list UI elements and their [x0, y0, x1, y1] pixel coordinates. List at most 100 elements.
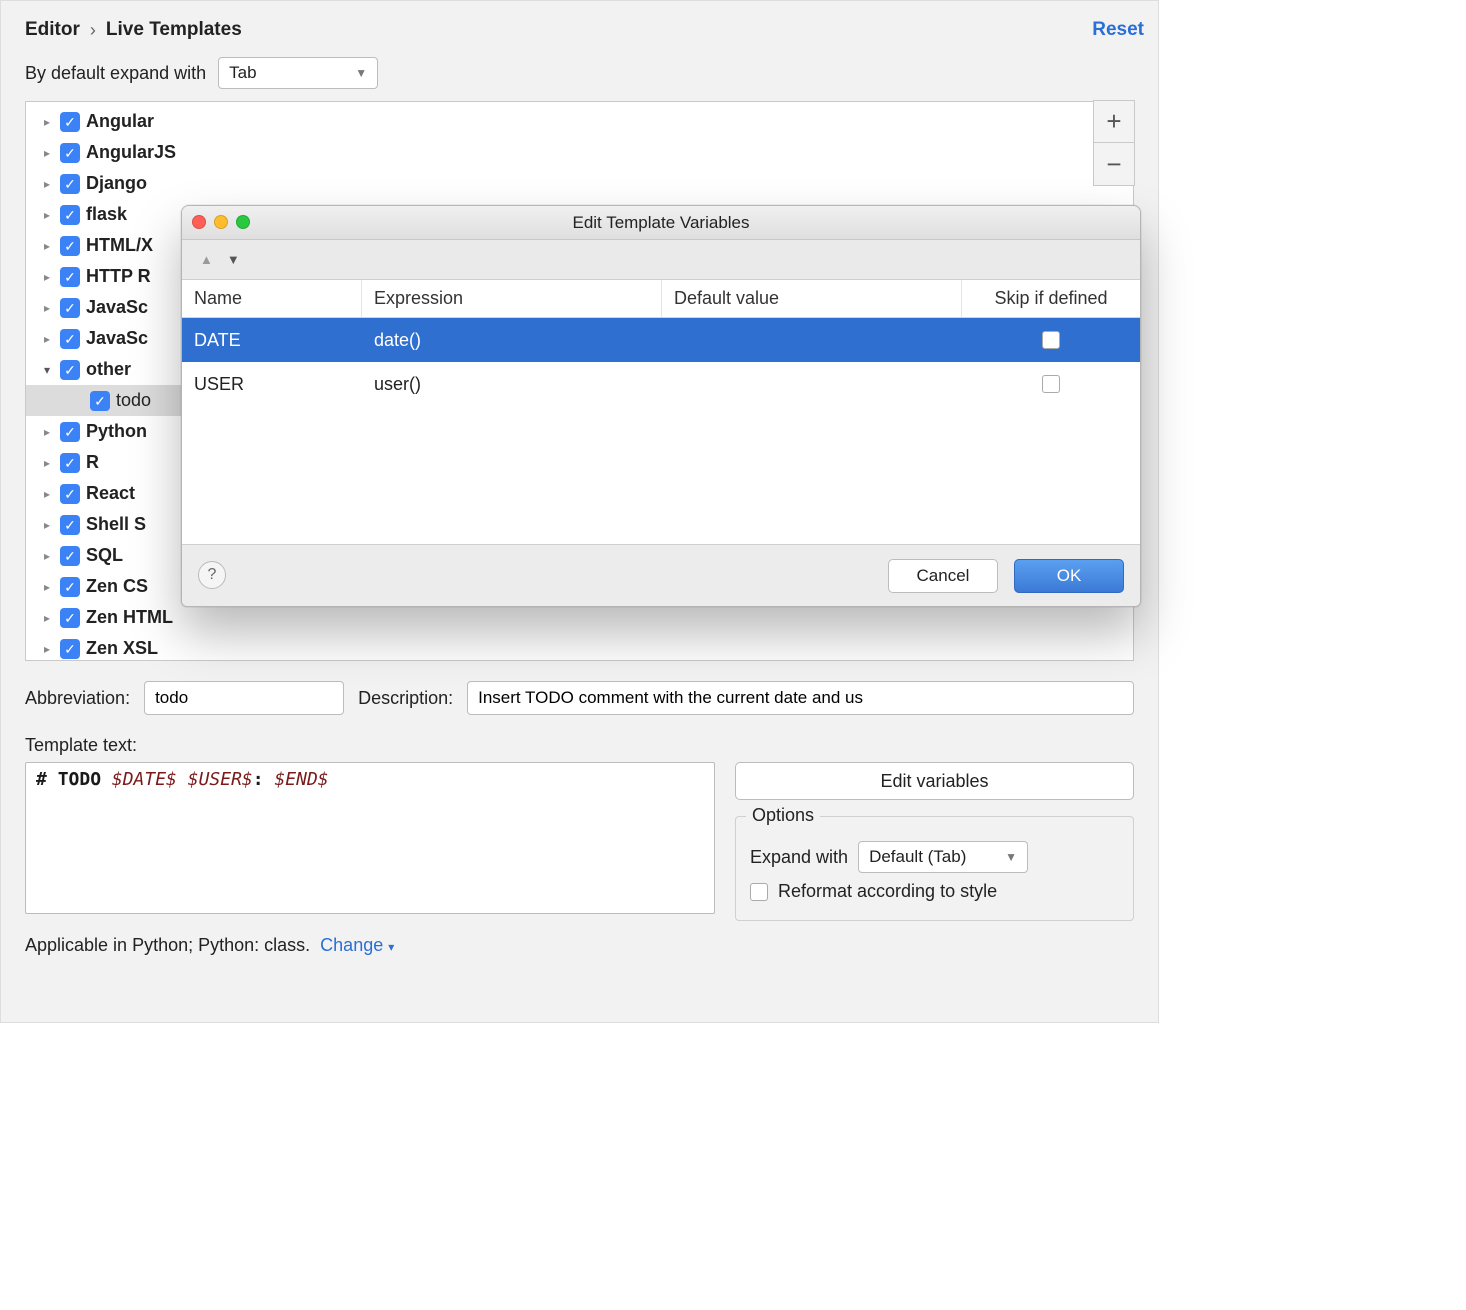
chevron-right-icon[interactable]	[40, 456, 54, 470]
tree-group-label: Django	[86, 173, 147, 194]
checkbox-icon[interactable]: ✓	[60, 577, 80, 597]
cell-name[interactable]: DATE	[182, 318, 362, 362]
chevron-right-icon[interactable]	[40, 301, 54, 315]
tree-group[interactable]: ✓ Django	[26, 168, 1133, 199]
checkbox-icon[interactable]: ✓	[60, 329, 80, 349]
chevron-right-icon[interactable]	[40, 239, 54, 253]
template-token: $DATE$	[112, 769, 188, 790]
edit-variables-button[interactable]: Edit variables	[735, 762, 1134, 800]
table-row[interactable]: USERuser()	[182, 362, 1140, 406]
dialog-titlebar[interactable]: Edit Template Variables	[182, 206, 1140, 240]
checkbox-icon[interactable]: ✓	[60, 515, 80, 535]
remove-button[interactable]: −	[1094, 143, 1134, 185]
chevron-right-icon[interactable]	[40, 549, 54, 563]
tree-group-label: JavaSc	[86, 297, 148, 318]
reformat-checkbox[interactable]	[750, 883, 768, 901]
dialog-footer: ? Cancel OK	[182, 544, 1140, 606]
chevron-right-icon[interactable]	[40, 580, 54, 594]
chevron-right-icon[interactable]	[40, 425, 54, 439]
chevron-right-icon[interactable]	[40, 487, 54, 501]
table-row[interactable]: DATEdate()	[182, 318, 1140, 362]
breadcrumb-current: Live Templates	[106, 19, 242, 41]
chevron-right-icon[interactable]	[40, 270, 54, 284]
cell-expression[interactable]: date()	[362, 318, 662, 362]
col-skip[interactable]: Skip if defined	[962, 280, 1140, 317]
checkbox-icon[interactable]: ✓	[60, 484, 80, 504]
tree-group[interactable]: ✓Angular	[26, 106, 1133, 137]
checkbox-icon[interactable]: ✓	[60, 112, 80, 132]
add-button[interactable]: +	[1094, 101, 1134, 143]
chevron-right-icon[interactable]	[40, 208, 54, 222]
default-expand-label: By default expand with	[25, 63, 206, 84]
chevron-down-icon: ▾	[388, 940, 394, 954]
checkbox-icon[interactable]: ✓	[60, 174, 80, 194]
dialog-toolbar: ▲ ▼	[182, 240, 1140, 280]
reset-link[interactable]: Reset	[1092, 19, 1144, 41]
dialog-title: Edit Template Variables	[572, 213, 749, 233]
chevron-right-icon[interactable]	[40, 115, 54, 129]
skip-checkbox[interactable]	[1042, 331, 1060, 349]
options-fieldset: Options Expand with Default (Tab) ▼ Refo…	[735, 816, 1134, 921]
checkbox-icon[interactable]: ✓	[60, 205, 80, 225]
cell-skip[interactable]	[962, 318, 1140, 362]
zoom-icon[interactable]	[236, 215, 250, 229]
checkbox-icon[interactable]: ✓	[60, 453, 80, 473]
chevron-right-icon[interactable]	[40, 611, 54, 625]
move-up-icon[interactable]: ▲	[200, 252, 213, 267]
chevron-right-icon[interactable]	[40, 642, 54, 656]
reformat-label: Reformat according to style	[778, 881, 997, 902]
tree-group-label: other	[86, 359, 131, 380]
tree-group-label: Zen XSL	[86, 638, 158, 659]
chevron-right-icon[interactable]	[40, 332, 54, 346]
col-name[interactable]: Name	[182, 280, 362, 317]
help-button[interactable]: ?	[198, 561, 226, 589]
tree-group-label: SQL	[86, 545, 123, 566]
template-token: #	[36, 769, 58, 790]
cell-skip[interactable]	[962, 362, 1140, 406]
checkbox-icon[interactable]: ✓	[60, 422, 80, 442]
chevron-down-icon[interactable]	[40, 363, 54, 377]
checkbox-icon[interactable]: ✓	[60, 143, 80, 163]
tree-group[interactable]: ✓ AngularJS	[26, 137, 1133, 168]
abbreviation-input[interactable]	[144, 681, 344, 715]
checkbox-icon[interactable]: ✓	[60, 608, 80, 628]
tree-group[interactable]: ✓ Zen XSL	[26, 633, 1133, 661]
chevron-right-icon[interactable]	[40, 177, 54, 191]
checkbox-icon[interactable]: ✓	[60, 298, 80, 318]
settings-window: Editor › Live Templates Reset By default…	[0, 0, 1159, 1023]
skip-checkbox[interactable]	[1042, 375, 1060, 393]
tree-side-buttons: + −	[1093, 100, 1135, 186]
col-default[interactable]: Default value	[662, 280, 962, 317]
default-expand-combo[interactable]: Tab ▼	[218, 57, 378, 89]
checkbox-icon[interactable]: ✓	[60, 236, 80, 256]
tree-group-label: AngularJS	[86, 142, 176, 163]
breadcrumb-parent[interactable]: Editor	[25, 19, 80, 41]
cell-default[interactable]	[662, 318, 962, 362]
minimize-icon[interactable]	[214, 215, 228, 229]
template-token: $END$	[274, 769, 328, 790]
checkbox-icon[interactable]: ✓	[60, 546, 80, 566]
cancel-button[interactable]: Cancel	[888, 559, 998, 593]
expand-with-combo[interactable]: Default (Tab) ▼	[858, 841, 1028, 873]
change-context-link[interactable]: Change ▾	[320, 935, 394, 956]
tree-group-label: JavaSc	[86, 328, 148, 349]
move-down-icon[interactable]: ▼	[227, 252, 240, 267]
window-controls	[192, 215, 250, 229]
cell-expression[interactable]: user()	[362, 362, 662, 406]
checkbox-icon[interactable]: ✓	[60, 639, 80, 659]
checkbox-icon[interactable]: ✓	[60, 267, 80, 287]
checkbox-icon[interactable]: ✓	[90, 391, 110, 411]
col-expr[interactable]: Expression	[362, 280, 662, 317]
template-text-label: Template text:	[1, 731, 1158, 762]
close-icon[interactable]	[192, 215, 206, 229]
template-text-editor[interactable]: # TODO $DATE$ $USER$: $END$	[25, 762, 715, 914]
chevron-right-icon[interactable]	[40, 146, 54, 160]
cell-default[interactable]	[662, 362, 962, 406]
chevron-right-icon[interactable]	[40, 518, 54, 532]
chevron-down-icon: ▼	[355, 66, 367, 80]
cell-name[interactable]: USER	[182, 362, 362, 406]
description-input[interactable]	[467, 681, 1134, 715]
checkbox-icon[interactable]: ✓	[60, 360, 80, 380]
ok-button[interactable]: OK	[1014, 559, 1124, 593]
tree-group-label: HTML/X	[86, 235, 153, 256]
